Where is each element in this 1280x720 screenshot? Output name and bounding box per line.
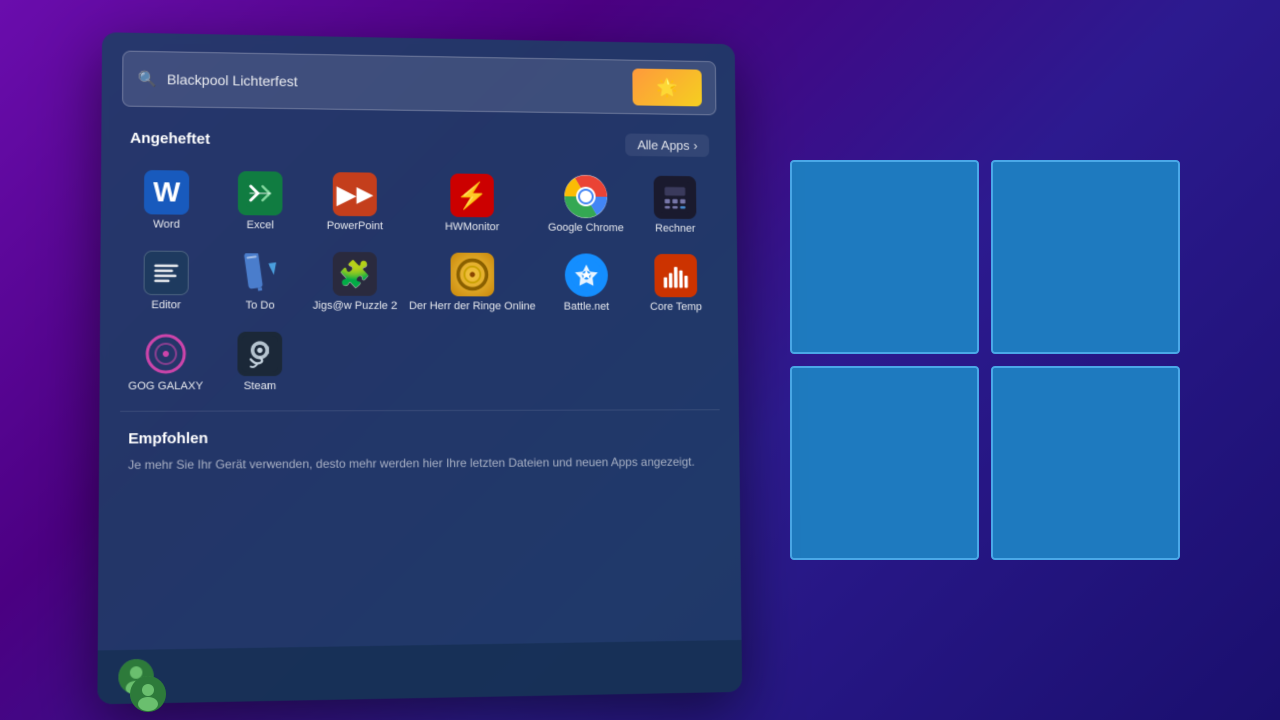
app-item-todo[interactable]: To Do xyxy=(215,243,305,320)
app-item-rechner[interactable]: Rechner xyxy=(632,168,718,243)
alle-apps-button[interactable]: Alle Apps › xyxy=(626,133,710,156)
word-label: Word xyxy=(125,218,207,231)
bottom-taskbar-avatar[interactable] xyxy=(130,676,166,712)
search-image-preview: 🌟 xyxy=(632,68,702,106)
battlenet-icon xyxy=(565,253,608,297)
gog-label: GOG GALAXY xyxy=(124,380,206,392)
win-tile-bottom-left xyxy=(790,366,979,560)
windows-logo xyxy=(790,160,1180,560)
app-item-jigsaw[interactable]: 🧩 Jigs@w Puzzle 2 xyxy=(309,244,401,320)
jigsaw-icon: 🧩 xyxy=(333,252,377,296)
empfohlen-description: Je mehr Sie Ihr Gerät verwenden, desto m… xyxy=(128,453,713,474)
coretemp-icon xyxy=(654,254,697,297)
app-item-steam[interactable]: Steam xyxy=(215,324,305,401)
alle-apps-arrow: › xyxy=(693,138,697,153)
search-bar[interactable]: 🔍 Blackpool Lichterfest 🌟 xyxy=(122,51,716,116)
pinned-title: Angeheftet xyxy=(130,130,210,148)
app-item-word[interactable]: Word xyxy=(121,162,211,239)
excel-label: Excel xyxy=(220,219,301,232)
herr-icon xyxy=(450,253,494,297)
app-item-hwmonitor[interactable]: ⚡ HWMonitor xyxy=(405,165,539,241)
coretemp-label: Core Temp xyxy=(637,301,715,313)
steam-icon xyxy=(237,332,282,376)
search-input-text: Blackpool Lichterfest xyxy=(167,71,623,94)
editor-label: Editor xyxy=(125,299,207,311)
chrome-icon xyxy=(564,175,607,219)
battlenet-label: Battle.net xyxy=(547,301,625,313)
search-icon: 🔍 xyxy=(138,70,157,88)
word-icon xyxy=(144,170,189,215)
alle-apps-label: Alle Apps xyxy=(637,138,689,153)
user-bar[interactable] xyxy=(97,640,742,704)
app-item-battlenet[interactable]: Battle.net xyxy=(543,245,630,320)
app-item-powerpoint[interactable]: ▶ PowerPoint xyxy=(309,164,401,240)
start-menu: 🔍 Blackpool Lichterfest 🌟 Angeheftet All… xyxy=(97,32,742,704)
chrome-label: Google Chrome xyxy=(547,222,625,234)
hwmonitor-label: HWMonitor xyxy=(409,221,535,234)
jigsaw-label: Jigs@w Puzzle 2 xyxy=(313,300,397,312)
win-tile-bottom-right xyxy=(991,366,1180,560)
app-item-gog[interactable]: GOG GALAXY xyxy=(120,323,211,400)
app-item-chrome[interactable]: Google Chrome xyxy=(543,167,629,242)
rechner-label: Rechner xyxy=(636,222,713,234)
powerpoint-label: PowerPoint xyxy=(313,220,397,233)
todo-label: To Do xyxy=(219,299,300,311)
steam-label: Steam xyxy=(219,380,301,392)
todo-icon xyxy=(238,251,283,295)
app-item-excel[interactable]: Excel xyxy=(215,163,304,240)
powerpoint-icon: ▶ xyxy=(333,172,377,216)
win-tile-top-left xyxy=(790,160,979,354)
rechner-icon xyxy=(654,176,697,219)
divider xyxy=(120,409,720,412)
excel-icon xyxy=(238,171,283,215)
herr-label: Der Herr der Ringe Online xyxy=(409,300,536,312)
win-tile-top-right xyxy=(991,160,1180,354)
gog-icon xyxy=(143,332,188,377)
apps-grid: Word Excel ▶ PowerPoint ⚡ xyxy=(99,155,738,406)
app-item-editor[interactable]: Editor xyxy=(121,242,212,319)
app-item-coretemp[interactable]: Core Temp xyxy=(633,246,719,321)
empfohlen-title: Empfohlen xyxy=(128,428,712,448)
empfohlen-section: Empfohlen Je mehr Sie Ihr Gerät verwende… xyxy=(99,414,740,482)
editor-icon xyxy=(144,251,189,296)
hwmonitor-icon: ⚡ xyxy=(450,173,494,217)
app-item-herr[interactable]: Der Herr der Ringe Online xyxy=(405,244,540,320)
